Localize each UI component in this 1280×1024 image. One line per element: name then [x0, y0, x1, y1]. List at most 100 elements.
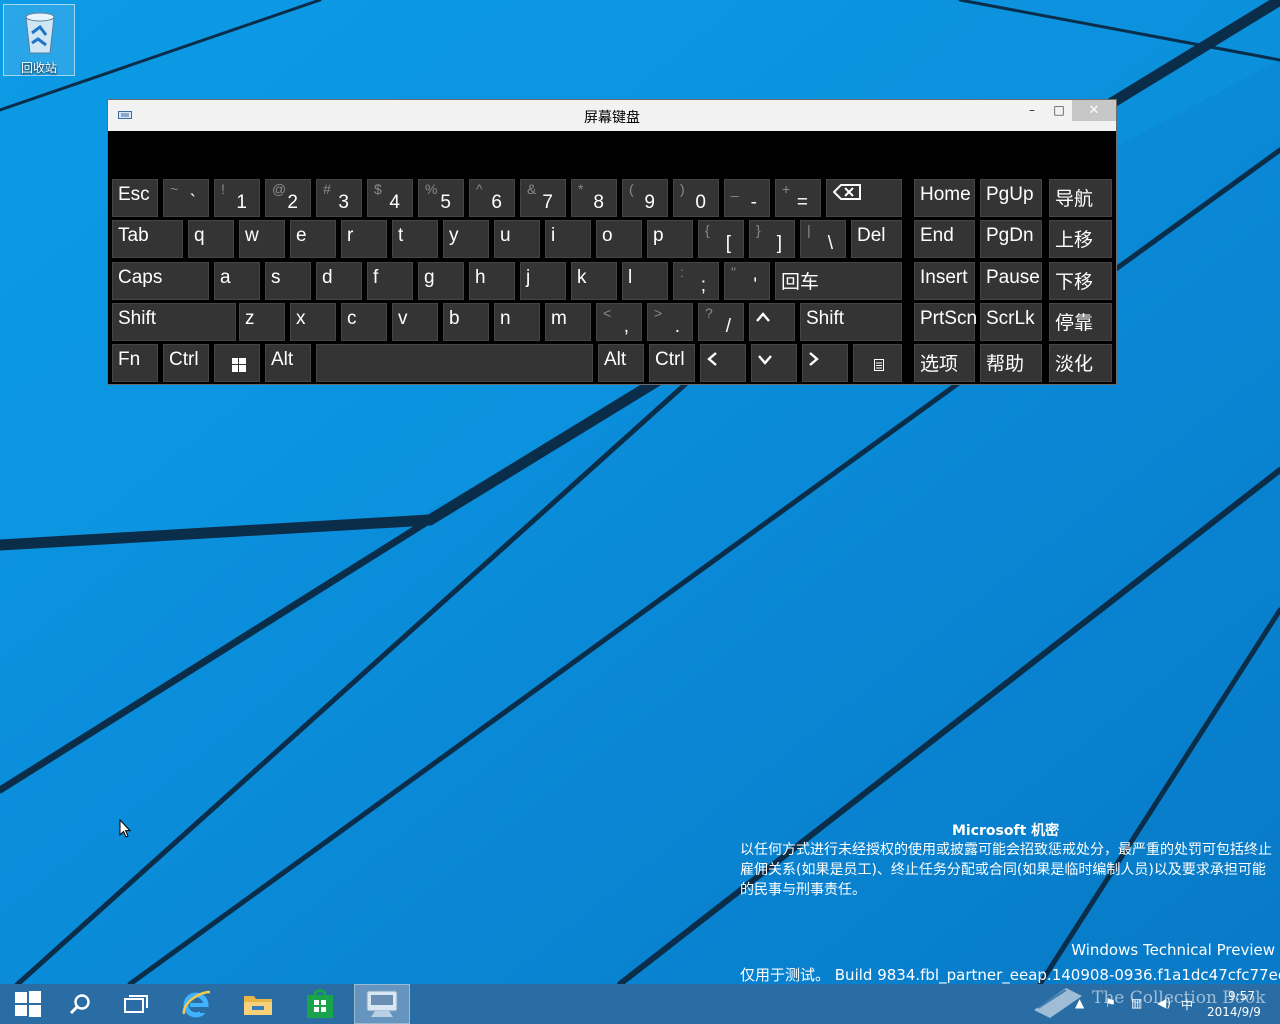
key-q[interactable]: q	[188, 220, 234, 258]
key-b[interactable]: b	[443, 303, 489, 341]
key-u[interactable]: u	[494, 220, 540, 258]
key-minus[interactable]: _ -	[724, 179, 770, 217]
key-arrow-right[interactable]	[802, 344, 848, 382]
key-s[interactable]: s	[265, 262, 311, 300]
key-esc[interactable]: Esc	[112, 179, 158, 217]
key-9[interactable]: (9	[622, 179, 668, 217]
key-windows-logo[interactable]	[214, 344, 260, 382]
key-v[interactable]: v	[392, 303, 438, 341]
key-2[interactable]: @2	[265, 179, 311, 217]
key-shift[interactable]: Shift	[112, 303, 236, 341]
key-7[interactable]: & 7	[520, 179, 566, 217]
key-enter[interactable]: 回车	[775, 262, 902, 300]
key-dock[interactable]: 停靠	[1049, 303, 1112, 341]
key-g[interactable]: g	[418, 262, 464, 300]
tray-overflow-icon[interactable]: ▲	[1075, 996, 1084, 1010]
recycle-bin-shortcut[interactable]: 回收站	[3, 4, 75, 76]
key-options[interactable]: 选项	[914, 344, 975, 382]
key-caps[interactable]: Caps	[112, 262, 209, 300]
close-button[interactable]: ✕	[1072, 100, 1116, 121]
key-alt[interactable]: Alt	[598, 344, 644, 382]
key-3[interactable]: #3	[316, 179, 362, 217]
key-tab[interactable]: Tab	[112, 220, 183, 258]
key-p[interactable]: p	[647, 220, 693, 258]
key-menu-key[interactable]	[853, 344, 902, 382]
key-equals[interactable]: + =	[775, 179, 821, 217]
key-pgdn[interactable]: PgDn	[980, 220, 1042, 258]
action-center-flag-icon[interactable]: ⚑	[1105, 996, 1116, 1010]
key-m[interactable]: m	[545, 303, 591, 341]
store-button[interactable]	[292, 984, 348, 1024]
key-w[interactable]: w	[239, 220, 285, 258]
ime-indicator[interactable]: 中	[1181, 996, 1193, 1013]
internet-explorer-button[interactable]	[168, 984, 224, 1024]
key-f[interactable]: f	[367, 262, 413, 300]
key-fade[interactable]: 淡化	[1049, 344, 1112, 382]
key-j[interactable]: j	[520, 262, 566, 300]
network-icon[interactable]: ▥	[1131, 996, 1142, 1010]
key-shift[interactable]: Shift	[800, 303, 902, 341]
key-4[interactable]: $4	[367, 179, 413, 217]
key-y[interactable]: y	[443, 220, 489, 258]
key-help[interactable]: 帮助	[980, 344, 1042, 382]
file-explorer-button[interactable]	[230, 984, 286, 1024]
key-8[interactable]: * 8	[571, 179, 617, 217]
key-quote[interactable]: " '	[724, 262, 770, 300]
key-l[interactable]: l	[622, 262, 668, 300]
key-move-up[interactable]: 上移	[1049, 220, 1112, 258]
key-pause[interactable]: Pause	[980, 262, 1042, 300]
key-prtscn[interactable]: PrtScn	[914, 303, 977, 341]
key-backspace[interactable]	[826, 179, 902, 217]
key-k[interactable]: k	[571, 262, 617, 300]
key-d[interactable]: d	[316, 262, 362, 300]
key-c[interactable]: c	[341, 303, 387, 341]
key-6[interactable]: ^ 6	[469, 179, 515, 217]
key-comma[interactable]: <,	[596, 303, 642, 341]
key-insert[interactable]: Insert	[914, 262, 975, 300]
clock-date[interactable]: 2014/9/9	[1207, 1005, 1261, 1019]
key-alt[interactable]: Alt	[265, 344, 311, 382]
key-arrow-up[interactable]	[749, 303, 795, 341]
key-ctrl[interactable]: Ctrl	[163, 344, 209, 382]
key-scrlk[interactable]: ScrLk	[980, 303, 1042, 341]
key-o[interactable]: o	[596, 220, 642, 258]
search-button[interactable]	[52, 984, 108, 1024]
on-screen-keyboard-taskbar-button[interactable]	[354, 984, 410, 1024]
key-1[interactable]: ! 1	[214, 179, 260, 217]
key-space[interactable]	[316, 344, 593, 382]
key-del[interactable]: Del	[851, 220, 902, 258]
key-semicolon[interactable]: :;	[673, 262, 719, 300]
key-a[interactable]: a	[214, 262, 260, 300]
task-view-button[interactable]	[108, 984, 164, 1024]
osk-titlebar[interactable]: 屏幕键盘 – □ ✕	[108, 100, 1116, 131]
key-backslash[interactable]: | \	[800, 220, 846, 258]
key-nav[interactable]: 导航	[1049, 179, 1112, 217]
start-button[interactable]	[0, 984, 56, 1024]
key-0[interactable]: ) 0	[673, 179, 719, 217]
key-n[interactable]: n	[494, 303, 540, 341]
volume-icon[interactable]: ◀)	[1157, 996, 1171, 1010]
key-arrow-down[interactable]	[751, 344, 797, 382]
key-h[interactable]: h	[469, 262, 515, 300]
key-close-bracket[interactable]: }]	[749, 220, 795, 258]
key-x[interactable]: x	[290, 303, 336, 341]
key-backtick[interactable]: ~ `	[163, 179, 209, 217]
key-fn[interactable]: Fn	[112, 344, 158, 382]
key-t[interactable]: t	[392, 220, 438, 258]
key-e[interactable]: e	[290, 220, 336, 258]
maximize-button[interactable]: □	[1045, 100, 1073, 121]
key-z[interactable]: z	[239, 303, 285, 341]
key-pgup[interactable]: PgUp	[980, 179, 1042, 217]
key-arrow-left[interactable]	[700, 344, 746, 382]
key-move-down[interactable]: 下移	[1049, 262, 1112, 300]
key-open-bracket[interactable]: {[	[698, 220, 744, 258]
clock-time[interactable]: 9:57	[1228, 989, 1255, 1003]
key-ctrl[interactable]: Ctrl	[649, 344, 695, 382]
key-r[interactable]: r	[341, 220, 387, 258]
key-period[interactable]: >.	[647, 303, 693, 341]
key-end[interactable]: End	[914, 220, 975, 258]
minimize-button[interactable]: –	[1018, 100, 1046, 121]
key-slash[interactable]: ? /	[698, 303, 744, 341]
key-i[interactable]: i	[545, 220, 591, 258]
key-home[interactable]: Home	[914, 179, 975, 217]
